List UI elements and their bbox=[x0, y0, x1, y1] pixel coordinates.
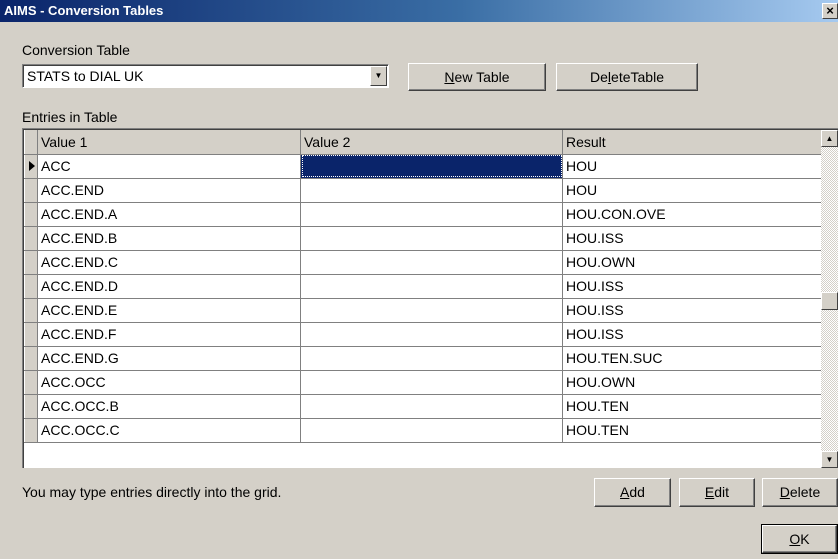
column-header-value2[interactable]: Value 2 bbox=[300, 130, 563, 155]
row-selector[interactable] bbox=[24, 297, 38, 323]
cell-value1[interactable]: ACC bbox=[37, 154, 301, 179]
row-selector[interactable] bbox=[24, 345, 38, 371]
row-selector[interactable] bbox=[24, 201, 38, 227]
delete-button[interactable]: Delete bbox=[762, 478, 838, 507]
cell-value2[interactable] bbox=[300, 250, 563, 275]
cell-result[interactable]: HOU.CON.OVE bbox=[562, 202, 823, 227]
vertical-scrollbar[interactable]: ▲ ▼ bbox=[821, 130, 838, 468]
row-selector[interactable] bbox=[24, 417, 38, 443]
conversion-table-value: STATS to DIAL UK bbox=[27, 68, 144, 84]
cell-value1[interactable]: ACC.END.G bbox=[37, 346, 301, 371]
cell-value2[interactable] bbox=[300, 226, 563, 251]
cell-value1[interactable]: ACC.OCC.B bbox=[37, 394, 301, 419]
title-bar: AIMS - Conversion Tables × bbox=[0, 0, 838, 22]
conversion-table-select[interactable]: STATS to DIAL UK ▼ bbox=[22, 64, 389, 88]
row-selector[interactable] bbox=[24, 321, 38, 347]
row-selector[interactable] bbox=[24, 369, 38, 395]
table-row[interactable]: ACC.END.D HOU.ISS bbox=[24, 273, 823, 299]
row-selector[interactable] bbox=[24, 393, 38, 419]
table-row[interactable]: ACC.OCC.C HOU.TEN bbox=[24, 417, 823, 443]
cell-value2[interactable] bbox=[300, 322, 563, 347]
delete-table-button[interactable]: DeleteTable bbox=[556, 63, 698, 91]
current-row-icon bbox=[29, 161, 35, 171]
add-button[interactable]: Add bbox=[594, 478, 671, 507]
cell-value2[interactable] bbox=[300, 418, 563, 443]
cell-value2-selected[interactable] bbox=[300, 154, 563, 179]
grid-hint: You may type entries directly into the g… bbox=[22, 484, 282, 500]
cell-value2[interactable] bbox=[300, 346, 563, 371]
entries-grid[interactable]: Value 1 Value 2 Result ACC HOU ACC.END H… bbox=[22, 128, 838, 468]
entries-label: Entries in Table bbox=[22, 109, 118, 125]
table-row[interactable]: ACC.END.G HOU.TEN.SUC bbox=[24, 345, 823, 371]
cell-result[interactable]: HOU.OWN bbox=[562, 250, 823, 275]
new-table-button[interactable]: New Table bbox=[408, 63, 546, 91]
scroll-thumb[interactable] bbox=[821, 292, 838, 310]
scroll-down-icon[interactable]: ▼ bbox=[821, 451, 838, 468]
cell-result[interactable]: HOU.TEN bbox=[562, 418, 823, 443]
scroll-up-icon[interactable]: ▲ bbox=[821, 130, 838, 147]
cell-value1[interactable]: ACC.END.A bbox=[37, 202, 301, 227]
ok-button[interactable]: OK bbox=[761, 524, 838, 554]
table-row[interactable]: ACC.OCC HOU.OWN bbox=[24, 369, 823, 395]
table-row[interactable]: ACC.END.B HOU.ISS bbox=[24, 225, 823, 251]
cell-value2[interactable] bbox=[300, 370, 563, 395]
cell-result[interactable]: HOU bbox=[562, 154, 823, 179]
header-row: Value 1 Value 2 Result bbox=[24, 130, 823, 155]
table-row[interactable]: ACC.END.A HOU.CON.OVE bbox=[24, 201, 823, 227]
dropdown-arrow-icon[interactable]: ▼ bbox=[370, 66, 387, 86]
table-row[interactable]: ACC HOU bbox=[24, 153, 823, 179]
cell-value1[interactable]: ACC.END.D bbox=[37, 274, 301, 299]
cell-value1[interactable]: ACC.END.F bbox=[37, 322, 301, 347]
cell-value1[interactable]: ACC.END.E bbox=[37, 298, 301, 323]
table-row[interactable]: ACC.END.F HOU.ISS bbox=[24, 321, 823, 347]
cell-result[interactable]: HOU.ISS bbox=[562, 298, 823, 323]
table-row[interactable]: ACC.END.E HOU.ISS bbox=[24, 297, 823, 323]
header-corner bbox=[24, 130, 38, 155]
entries-table: Value 1 Value 2 Result ACC HOU ACC.END H… bbox=[24, 130, 823, 443]
cell-value1[interactable]: ACC.OCC.C bbox=[37, 418, 301, 443]
row-selector[interactable] bbox=[24, 225, 38, 251]
cell-value2[interactable] bbox=[300, 274, 563, 299]
cell-value2[interactable] bbox=[300, 202, 563, 227]
cell-value2[interactable] bbox=[300, 178, 563, 203]
cell-value2[interactable] bbox=[300, 298, 563, 323]
table-row[interactable]: ACC.OCC.B HOU.TEN bbox=[24, 393, 823, 419]
cell-result[interactable]: HOU.TEN.SUC bbox=[562, 346, 823, 371]
row-selector[interactable] bbox=[24, 153, 38, 179]
cell-result[interactable]: HOU.ISS bbox=[562, 322, 823, 347]
cell-value2[interactable] bbox=[300, 394, 563, 419]
table-row[interactable]: ACC.END HOU bbox=[24, 177, 823, 203]
column-header-result[interactable]: Result bbox=[562, 130, 823, 155]
cell-result[interactable]: HOU.OWN bbox=[562, 370, 823, 395]
cell-result[interactable]: HOU bbox=[562, 178, 823, 203]
edit-button[interactable]: Edit bbox=[679, 478, 755, 507]
cell-value1[interactable]: ACC.END.B bbox=[37, 226, 301, 251]
row-selector[interactable] bbox=[24, 249, 38, 275]
conversion-table-label: Conversion Table bbox=[22, 42, 130, 58]
row-selector[interactable] bbox=[24, 177, 38, 203]
cell-result[interactable]: HOU.ISS bbox=[562, 226, 823, 251]
cell-value1[interactable]: ACC.END bbox=[37, 178, 301, 203]
cell-value1[interactable]: ACC.END.C bbox=[37, 250, 301, 275]
table-row[interactable]: ACC.END.C HOU.OWN bbox=[24, 249, 823, 275]
cell-result[interactable]: HOU.ISS bbox=[562, 274, 823, 299]
row-selector[interactable] bbox=[24, 273, 38, 299]
close-icon[interactable]: × bbox=[822, 3, 838, 19]
window-title: AIMS - Conversion Tables bbox=[4, 3, 164, 18]
cell-value1[interactable]: ACC.OCC bbox=[37, 370, 301, 395]
column-header-value1[interactable]: Value 1 bbox=[37, 130, 301, 155]
cell-result[interactable]: HOU.TEN bbox=[562, 394, 823, 419]
